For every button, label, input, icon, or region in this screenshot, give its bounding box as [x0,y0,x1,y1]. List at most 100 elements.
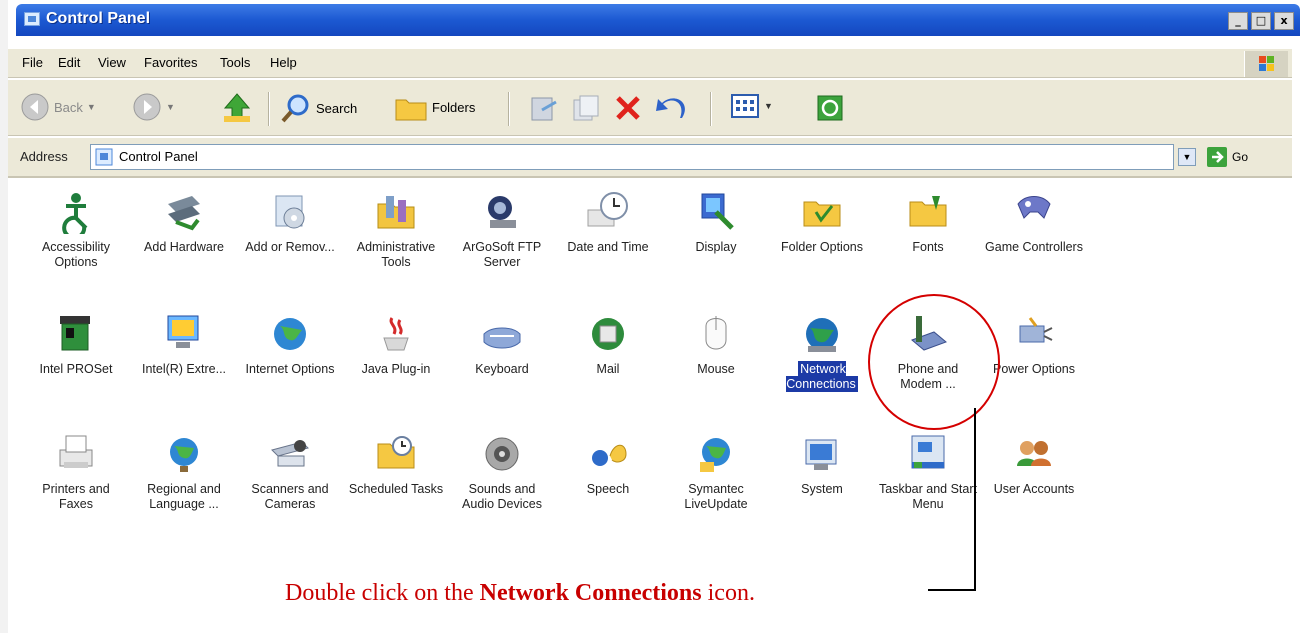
folders-button[interactable]: Folders [394,92,475,122]
search-icon [281,94,309,123]
item-label: Add or Remov... [245,240,335,254]
scheduled-tasks-icon [374,432,418,476]
control-panel-item[interactable]: Add or Remov... [240,190,340,255]
go-label: Go [1232,150,1249,164]
control-panel-item[interactable]: ArGoSoft FTP Server [452,190,552,270]
users-icon [1012,432,1056,476]
control-panel-item[interactable]: Internet Options [240,312,340,377]
highlight-circle [868,294,1000,430]
chevron-down-icon: ▼ [166,102,175,112]
delete-icon[interactable] [612,92,644,124]
power-icon [1012,312,1056,356]
control-panel-item[interactable]: Add Hardware [134,190,234,255]
item-label: Scanners and Cameras [251,482,329,511]
windows-logo-icon [1244,51,1288,77]
menu-edit[interactable]: Edit [58,55,80,70]
item-label: Game Controllers [985,240,1083,254]
maximize-button[interactable]: □ [1251,12,1271,30]
item-label: System [801,482,843,496]
address-label: Address [20,149,68,164]
item-label: ArGoSoft FTP Server [462,240,542,269]
graphics-monitor-icon [162,312,206,356]
control-panel-item[interactable]: Taskbar and Start Menu [878,432,978,512]
item-label: Intel(R) Extre... [141,362,227,376]
item-label: Java Plug-in [361,362,431,376]
control-panel-item[interactable]: Symantec LiveUpdate [666,432,766,512]
menu-view[interactable]: View [98,55,126,70]
control-panel-item[interactable]: Scheduled Tasks [346,432,446,497]
forward-arrow-icon [133,93,161,121]
globe-icon [268,312,312,356]
java-icon [374,312,418,356]
menu-file[interactable]: File [22,55,43,70]
printer-icon [54,432,98,476]
menu-help[interactable]: Help [270,55,297,70]
control-panel-item[interactable]: Intel(R) Extre... [134,312,234,377]
undo-icon[interactable] [654,90,688,124]
go-button[interactable]: Go [1206,146,1248,168]
title-bar[interactable]: Control Panel _ □ x [16,4,1300,36]
control-panel-item[interactable]: Fonts [878,190,978,255]
control-panel-item[interactable]: Date and Time [558,190,658,255]
address-input[interactable]: Control Panel [90,144,1174,170]
control-panel-item[interactable]: Network Connections [772,312,872,392]
menu-bar: File Edit View Favorites Tools Help [8,48,1292,78]
system-icon [800,432,844,476]
item-label: Accessibility Options [41,240,111,269]
menu-favorites[interactable]: Favorites [144,55,197,70]
search-button[interactable]: Search [280,92,357,124]
liveupdate-icon [694,432,738,476]
control-panel-item[interactable]: Regional and Language ... [134,432,234,512]
control-panel-item[interactable]: Display [666,190,766,255]
minimize-button[interactable]: _ [1228,12,1248,30]
control-panel-item[interactable]: Mouse [666,312,766,377]
keyboard-icon [480,312,524,356]
taskbar-icon [906,432,950,476]
item-label: Taskbar and Start Menu [879,482,977,511]
up-folder-icon[interactable] [220,90,254,124]
views-icon [731,94,759,118]
chevron-down-icon: ▼ [764,101,773,111]
fonts-folder-icon [906,190,950,234]
control-panel-item[interactable]: System [772,432,872,497]
copy-to-icon[interactable] [570,92,602,124]
display-icon [694,190,738,234]
control-panel-item[interactable]: Mail [558,312,658,377]
control-panel-item[interactable]: Administrative Tools [346,190,446,270]
back-label: Back [54,99,83,115]
control-panel-item[interactable]: Printers and Faxes [26,432,126,512]
item-label: Folder Options [781,240,863,254]
speech-icon [586,432,630,476]
refresh-icon[interactable] [816,94,844,122]
back-button[interactable]: Back ▼ [20,92,96,122]
control-panel-item[interactable]: Folder Options [772,190,872,255]
control-panel-item[interactable]: Sounds and Audio Devices [452,432,552,512]
annotation-post: icon. [701,580,755,606]
control-panel-item[interactable]: User Accounts [984,432,1084,497]
forward-button[interactable]: ▼ [132,92,175,122]
item-label: Regional and Language ... [147,482,221,511]
item-label: User Accounts [993,482,1075,496]
control-panel-item[interactable]: Accessibility Options [26,190,126,270]
control-panel-item[interactable]: Java Plug-in [346,312,446,377]
control-panel-item[interactable]: Scanners and Cameras [240,432,340,512]
control-panel-item[interactable]: Speech [558,432,658,497]
annotation-pre: Double click on the [285,580,480,606]
gamepad-icon [1012,190,1056,234]
network-globe-icon [800,312,844,356]
close-button[interactable]: x [1274,12,1294,30]
address-value: Control Panel [119,149,198,164]
menu-tools[interactable]: Tools [220,55,250,70]
item-label: Date and Time [567,240,649,254]
callout-line-horizontal [928,589,976,591]
control-panel-item[interactable]: Intel PROSet [26,312,126,377]
control-panel-item[interactable]: Game Controllers [984,190,1084,255]
control-panel-items: Accessibility Options Add Hardware Add or … [8,182,1292,633]
folders-label: Folders [432,99,476,115]
control-panel-item[interactable]: Keyboard [452,312,552,377]
views-button[interactable]: ▼ [730,92,773,120]
address-dropdown-button[interactable]: ▼ [1178,148,1196,166]
add-remove-icon [268,190,312,234]
move-to-icon[interactable] [528,92,560,124]
callout-line-vertical [974,408,976,590]
